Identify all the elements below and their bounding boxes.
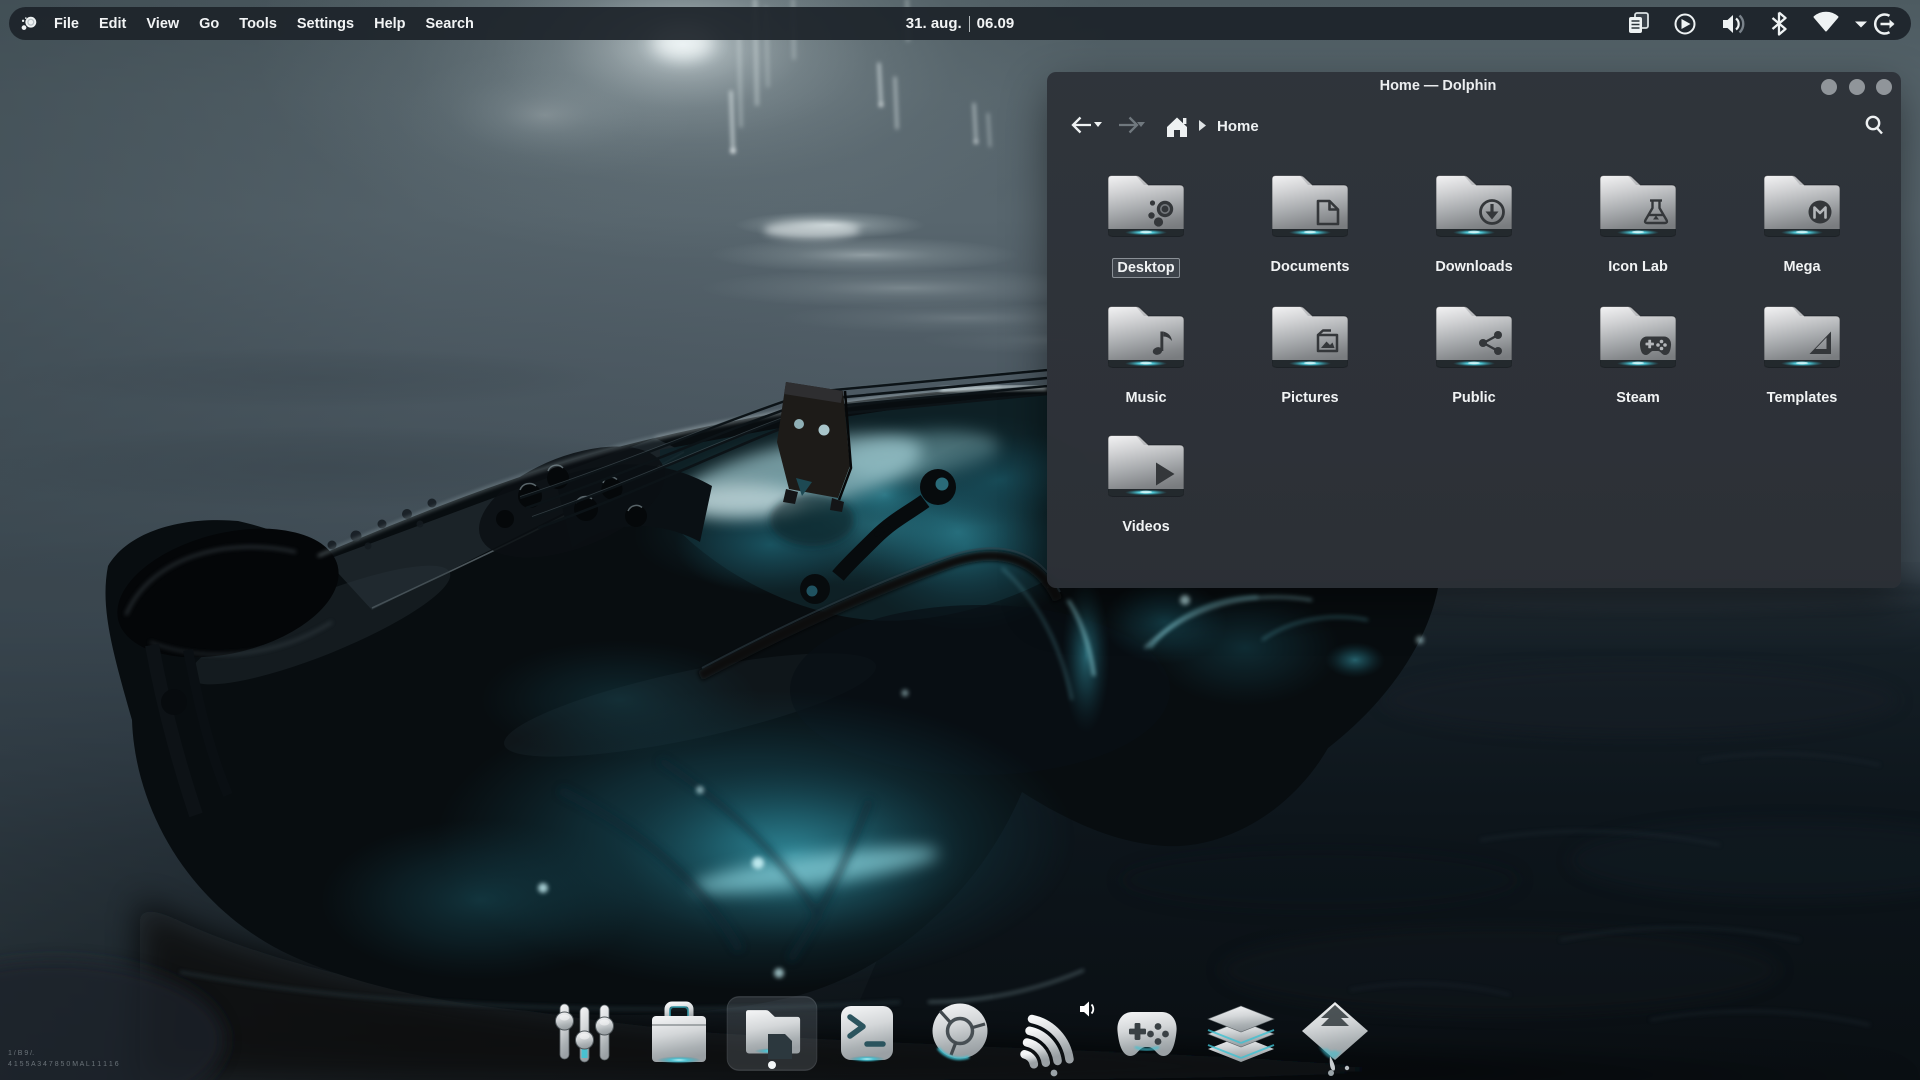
svg-text:Home: Home bbox=[1217, 118, 1259, 135]
svg-text:4 1 5 5 A 3 4 7 8 5 0 M A L 1: 4 1 5 5 A 3 4 7 8 5 0 M A L 1 1 1 1 6 bbox=[8, 1061, 119, 1068]
svg-text:1 / B 9 /.: 1 / B 9 /. bbox=[8, 1050, 34, 1057]
